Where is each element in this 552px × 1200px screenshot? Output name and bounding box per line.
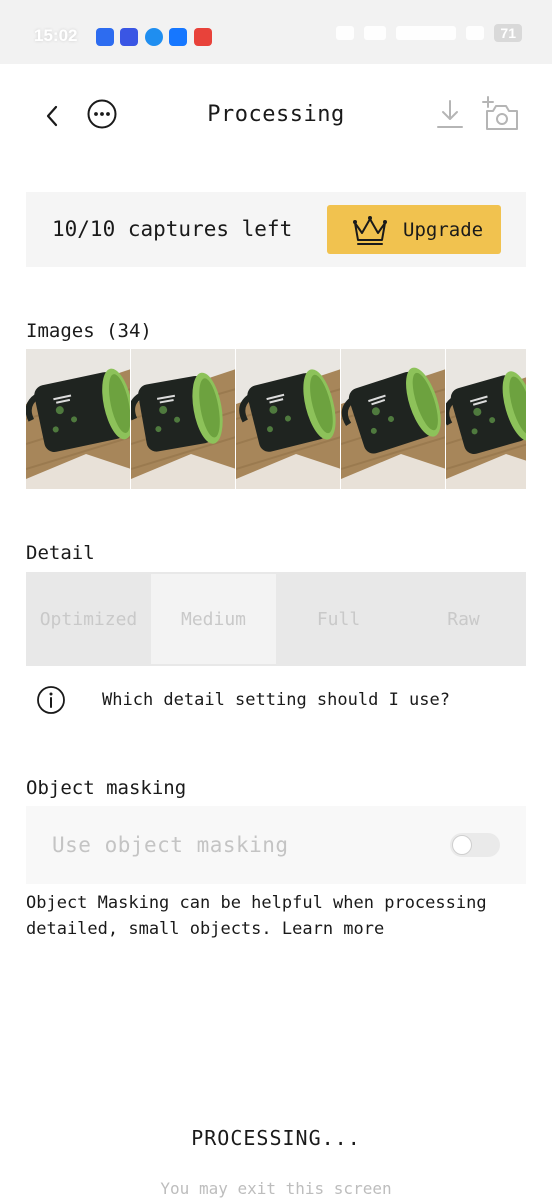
signal-icon <box>336 26 355 40</box>
crown-icon <box>353 215 387 245</box>
status-bar: 15:02 71 <box>0 0 552 64</box>
object-masking-toggle[interactable] <box>450 833 500 857</box>
learn-more-link[interactable]: Learn more <box>282 919 384 939</box>
object-masking-description: Object Masking can be helpful when proce… <box>26 890 526 942</box>
image-thumbnail[interactable] <box>341 349 446 489</box>
object-masking-description-line1: Object Masking can be helpful when proce… <box>26 893 487 913</box>
info-icon <box>37 686 65 714</box>
battery-level: 71 <box>494 24 522 42</box>
status-time: 15:02 <box>34 26 78 45</box>
upgrade-button[interactable]: Upgrade <box>327 205 501 254</box>
images-label: Images (34) <box>26 320 152 342</box>
messages-icon <box>96 28 114 46</box>
status-indicators: 71 <box>336 24 522 42</box>
alipay-icon <box>169 28 187 46</box>
captures-banner: 10/10 captures left Upgrade <box>26 192 526 267</box>
detail-option-full[interactable]: Full <box>276 574 401 664</box>
detail-option-medium[interactable]: Medium <box>151 574 276 664</box>
vivo-icon <box>120 28 138 46</box>
detail-option-raw[interactable]: Raw <box>401 574 526 664</box>
detail-option-label: Optimized <box>39 608 138 630</box>
upgrade-label: Upgrade <box>403 218 484 241</box>
image-thumbnail[interactable] <box>131 349 236 489</box>
toggle-knob <box>452 835 472 855</box>
object-masking-label: Object masking <box>26 777 187 799</box>
chat-icon <box>145 28 163 46</box>
object-masking-description-line2: detailed, small objects. <box>26 919 272 939</box>
mug-photo <box>341 349 445 489</box>
wifi-icon <box>364 26 387 40</box>
network-speed-icon <box>396 26 457 40</box>
image-thumbnail[interactable] <box>26 349 131 489</box>
detail-option-label: Raw <box>447 608 480 630</box>
mug-photo <box>236 349 340 489</box>
object-masking-row: Use object masking <box>26 806 526 884</box>
detail-selector: Optimized Medium Full Raw <box>26 572 526 666</box>
object-masking-toggle-label: Use object masking <box>52 833 289 857</box>
mug-photo <box>446 349 526 489</box>
detail-option-label: Full <box>316 608 361 630</box>
image-thumbnail[interactable] <box>446 349 526 489</box>
processing-status: PROCESSING... <box>191 1126 361 1150</box>
detail-option-label: Medium <box>180 608 247 630</box>
captures-left-text: 10/10 captures left <box>52 217 293 241</box>
detail-help-text: Which detail setting should I use? <box>102 690 450 710</box>
mug-photo <box>26 349 130 489</box>
detail-help-link[interactable]: Which detail setting should I use? <box>36 684 516 716</box>
image-thumbnail[interactable] <box>236 349 341 489</box>
sim-icon <box>466 26 485 40</box>
exit-hint: You may exit this screen <box>160 1179 392 1198</box>
detail-option-optimized[interactable]: Optimized <box>26 574 151 664</box>
detail-label: Detail <box>26 542 95 564</box>
mug-photo <box>131 349 235 489</box>
image-thumbnails[interactable] <box>26 349 526 489</box>
page-title: Processing <box>207 102 345 127</box>
game-icon <box>194 28 212 46</box>
